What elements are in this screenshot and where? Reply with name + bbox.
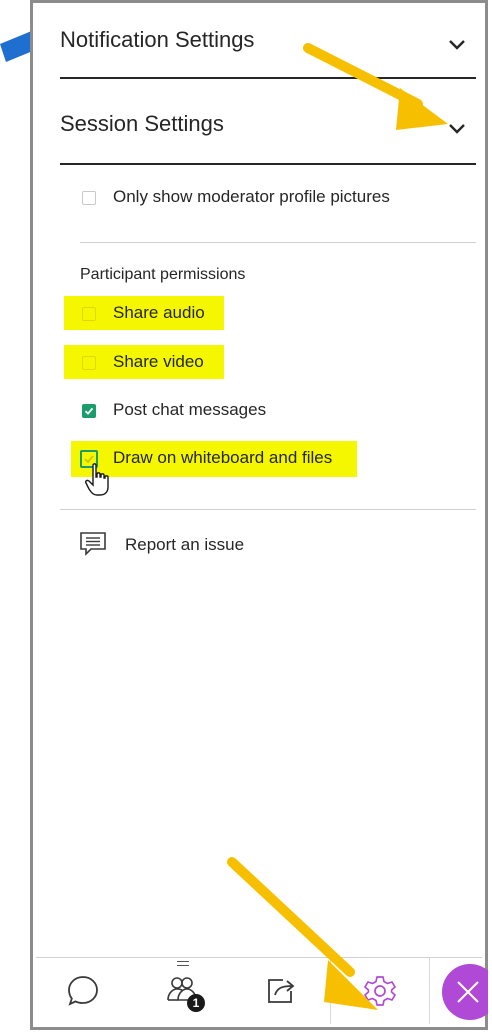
post-chat-checkbox[interactable] — [82, 404, 96, 418]
tab-chat[interactable] — [36, 958, 134, 1024]
annotation-arrow-yellow — [303, 43, 448, 130]
share-video-label: Share video — [113, 352, 204, 371]
report-issue-link[interactable]: Report an issue — [125, 535, 244, 555]
close-icon — [457, 981, 479, 1003]
share-audio-label: Share audio — [113, 303, 205, 322]
moderator-pictures-checkbox[interactable] — [82, 191, 96, 205]
draw-whiteboard-label: Draw on whiteboard and files — [113, 448, 333, 467]
notification-settings-header[interactable]: Notification Settings — [60, 27, 254, 53]
drag-handle[interactable] — [177, 961, 189, 966]
post-chat-label: Post chat messages — [113, 400, 267, 419]
annotation-arrow-yellow — [227, 857, 378, 1010]
chat-icon — [68, 976, 98, 1006]
divider — [60, 509, 476, 510]
moderator-pictures-label: Only show moderator profile pictures — [113, 187, 390, 206]
checkmark-icon — [84, 407, 94, 415]
share-audio-checkbox[interactable] — [82, 307, 96, 321]
participant-permissions-heading: Participant permissions — [80, 266, 246, 283]
close-panel-button[interactable] — [430, 958, 488, 1024]
share-video-checkbox[interactable] — [82, 356, 96, 370]
hand-cursor-icon — [85, 463, 109, 496]
section-divider — [60, 163, 476, 165]
attendee-count-badge: 1 — [187, 994, 205, 1012]
report-issue-icon — [80, 532, 106, 556]
tab-attendees[interactable]: 1 — [134, 958, 232, 1024]
divider — [80, 242, 476, 243]
session-settings-header[interactable]: Session Settings — [60, 111, 224, 137]
